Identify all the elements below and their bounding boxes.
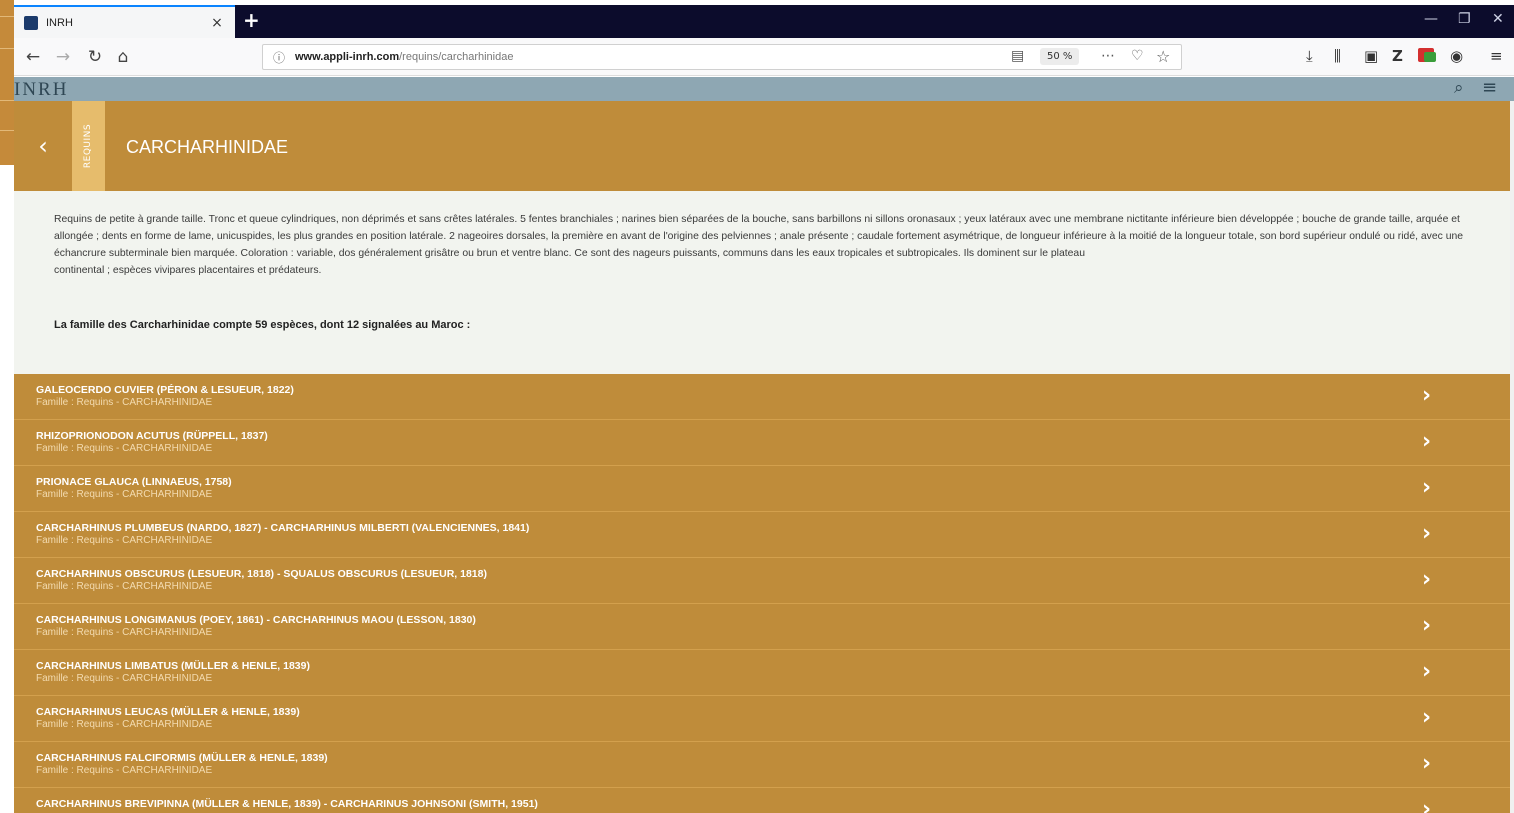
tab-title: INRH xyxy=(46,16,73,29)
back-arrow-icon[interactable]: ← xyxy=(22,47,44,67)
species-item[interactable]: RHIZOPRIONODON ACUTUS (RÜPPELL, 1837) Fa… xyxy=(14,420,1510,466)
chevron-right-icon: › xyxy=(1422,383,1432,408)
chevron-right-icon: › xyxy=(1422,705,1432,730)
species-name: CARCHARHINUS OBSCURUS (LESUEUR, 1818) - … xyxy=(36,568,487,580)
page-actions-icon[interactable]: ⋯ xyxy=(1101,48,1115,64)
species-item[interactable]: CARCHARHINUS OBSCURUS (LESUEUR, 1818) - … xyxy=(14,558,1510,604)
species-item[interactable]: CARCHARHINUS LEUCAS (MÜLLER & HENLE, 183… xyxy=(14,696,1510,742)
species-family: Famille : Requins - CARCHARHINIDAE xyxy=(36,535,213,546)
species-family: Famille : Requins - CARCHARHINIDAE xyxy=(36,397,213,408)
chevron-right-icon: › xyxy=(1422,751,1432,776)
species-item[interactable]: CARCHARHINUS FALCIFORMIS (MÜLLER & HENLE… xyxy=(14,742,1510,788)
chevron-right-icon: › xyxy=(1422,659,1432,684)
close-window-icon[interactable]: ✕ xyxy=(1492,11,1504,27)
chevron-right-icon: › xyxy=(1422,429,1432,454)
tab-close-icon[interactable]: × xyxy=(207,15,227,31)
species-name: PRIONACE GLAUCA (LINNAEUS, 1758) xyxy=(36,476,232,488)
species-name: CARCHARHINUS FALCIFORMIS (MÜLLER & HENLE… xyxy=(36,752,328,764)
description-text-2: continental ; espèces vivipares placenta… xyxy=(54,265,322,276)
species-item[interactable]: CARCHARHINUS PLUMBEUS (NARDO, 1827) - CA… xyxy=(14,512,1510,558)
species-name: CARCHARHINUS LIMBATUS (MÜLLER & HENLE, 1… xyxy=(36,660,310,672)
species-family: Famille : Requins - CARCHARHINIDAE xyxy=(36,581,213,592)
species-item[interactable]: GALEOCERDO CUVIER (PÉRON & LESUEUR, 1822… xyxy=(14,374,1510,420)
section-tab-requins[interactable]: REQUINS xyxy=(72,101,105,191)
page-title: CARCHARHINIDAE xyxy=(126,137,289,157)
favicon-icon xyxy=(24,15,38,30)
species-count-text: La famille des Carcharhinidae compte 59 … xyxy=(54,319,471,331)
forward-arrow-icon[interactable]: → xyxy=(52,47,74,67)
species-item[interactable]: CARCHARHINUS LONGIMANUS (POEY, 1861) - C… xyxy=(14,604,1510,650)
species-item[interactable]: CARCHARHINUS LIMBATUS (MÜLLER & HENLE, 1… xyxy=(14,650,1510,696)
bookmark-star-icon[interactable]: ☆ xyxy=(1156,47,1170,66)
zotero-icon[interactable]: Z xyxy=(1392,47,1403,65)
site-logo[interactable]: INRH xyxy=(14,79,68,101)
family-description: Requins de petite à grande taille. Tronc… xyxy=(14,191,1510,374)
chevron-right-icon: › xyxy=(1422,475,1432,500)
new-tab-button[interactable]: + xyxy=(243,8,260,32)
species-item[interactable]: PRIONACE GLAUCA (LINNAEUS, 1758) Famille… xyxy=(14,466,1510,512)
reader-view-icon[interactable]: ▤ xyxy=(1011,48,1024,64)
description-text: Requins de petite à grande taille. Tronc… xyxy=(54,214,1464,259)
chevron-right-icon: › xyxy=(1422,613,1432,638)
species-item[interactable]: CARCHARHINUS BREVIPINNA (MÜLLER & HENLE,… xyxy=(14,788,1510,813)
page-title-bar: ‹ REQUINS CARCHARHINIDAE xyxy=(14,101,1510,191)
browser-tab[interactable]: INRH × xyxy=(14,5,235,38)
species-name: RHIZOPRIONODON ACUTUS (RÜPPELL, 1837) xyxy=(36,430,268,442)
species-family: Famille : Requins - CARCHARHINIDAE xyxy=(36,627,213,638)
sidebar-icon[interactable]: ▣ xyxy=(1364,47,1378,65)
menu-icon[interactable]: ≡ xyxy=(1482,77,1497,98)
zoom-level[interactable]: 50 % xyxy=(1040,48,1080,65)
species-family: Famille : Requins - CARCHARHINIDAE xyxy=(36,443,213,454)
tab-bar: INRH × + — ❐ ✕ xyxy=(14,5,1514,38)
url-text[interactable]: www.appli-inrh.com/requins/carcharhinida… xyxy=(295,51,513,63)
species-family: Famille : Requins - CARCHARHINIDAE xyxy=(36,719,213,730)
browser-window: INRH × + — ❐ ✕ ← → ↻ ⌂ ⓘ www.appli-inrh.… xyxy=(14,5,1514,813)
pocket-icon[interactable]: ♡ xyxy=(1131,48,1144,64)
species-name: GALEOCERDO CUVIER (PÉRON & LESUEUR, 1822… xyxy=(36,384,294,396)
scrollbar[interactable] xyxy=(1510,101,1514,813)
downloads-icon[interactable]: ⤓ xyxy=(1306,47,1313,65)
species-family: Famille : Requins - CARCHARHINIDAE xyxy=(36,489,213,500)
site-header: INRH ⌕ ≡ xyxy=(14,77,1514,101)
species-name: CARCHARHINUS LEUCAS (MÜLLER & HENLE, 183… xyxy=(36,706,300,718)
species-name: CARCHARHINUS BREVIPINNA (MÜLLER & HENLE,… xyxy=(36,798,538,810)
home-icon[interactable]: ⌂ xyxy=(112,47,134,67)
restore-icon[interactable]: ❐ xyxy=(1458,11,1471,27)
species-name: CARCHARHINUS LONGIMANUS (POEY, 1861) - C… xyxy=(36,614,476,626)
desktop-background-strip xyxy=(0,0,14,165)
species-name: CARCHARHINUS PLUMBEUS (NARDO, 1827) - CA… xyxy=(36,522,530,534)
chevron-left-icon: ‹ xyxy=(38,132,48,160)
chevron-right-icon: › xyxy=(1422,567,1432,592)
chevron-right-icon: › xyxy=(1422,797,1432,813)
hamburger-menu-icon[interactable]: ≡ xyxy=(1490,47,1503,65)
library-icon[interactable]: ⫼ xyxy=(1334,47,1341,65)
species-family: Famille : Requins - CARCHARHINIDAE xyxy=(36,673,213,684)
reload-icon[interactable]: ↻ xyxy=(84,47,106,67)
extension-badge-icon xyxy=(1424,52,1436,62)
navigation-toolbar: ← → ↻ ⌂ ⓘ www.appli-inrh.com/requins/car… xyxy=(14,38,1514,76)
account-icon[interactable]: ◉ xyxy=(1450,47,1463,65)
chevron-right-icon: › xyxy=(1422,521,1432,546)
search-icon[interactable]: ⌕ xyxy=(1454,78,1464,98)
minimize-icon[interactable]: — xyxy=(1424,11,1438,27)
back-button[interactable]: ‹ xyxy=(14,101,72,191)
species-list: GALEOCERDO CUVIER (PÉRON & LESUEUR, 1822… xyxy=(14,374,1510,813)
section-tab-label: REQUINS xyxy=(83,123,94,169)
info-icon[interactable]: ⓘ xyxy=(273,49,285,66)
url-bar[interactable]: ⓘ www.appli-inrh.com/requins/carcharhini… xyxy=(262,44,1182,70)
species-family: Famille : Requins - CARCHARHINIDAE xyxy=(36,765,213,776)
